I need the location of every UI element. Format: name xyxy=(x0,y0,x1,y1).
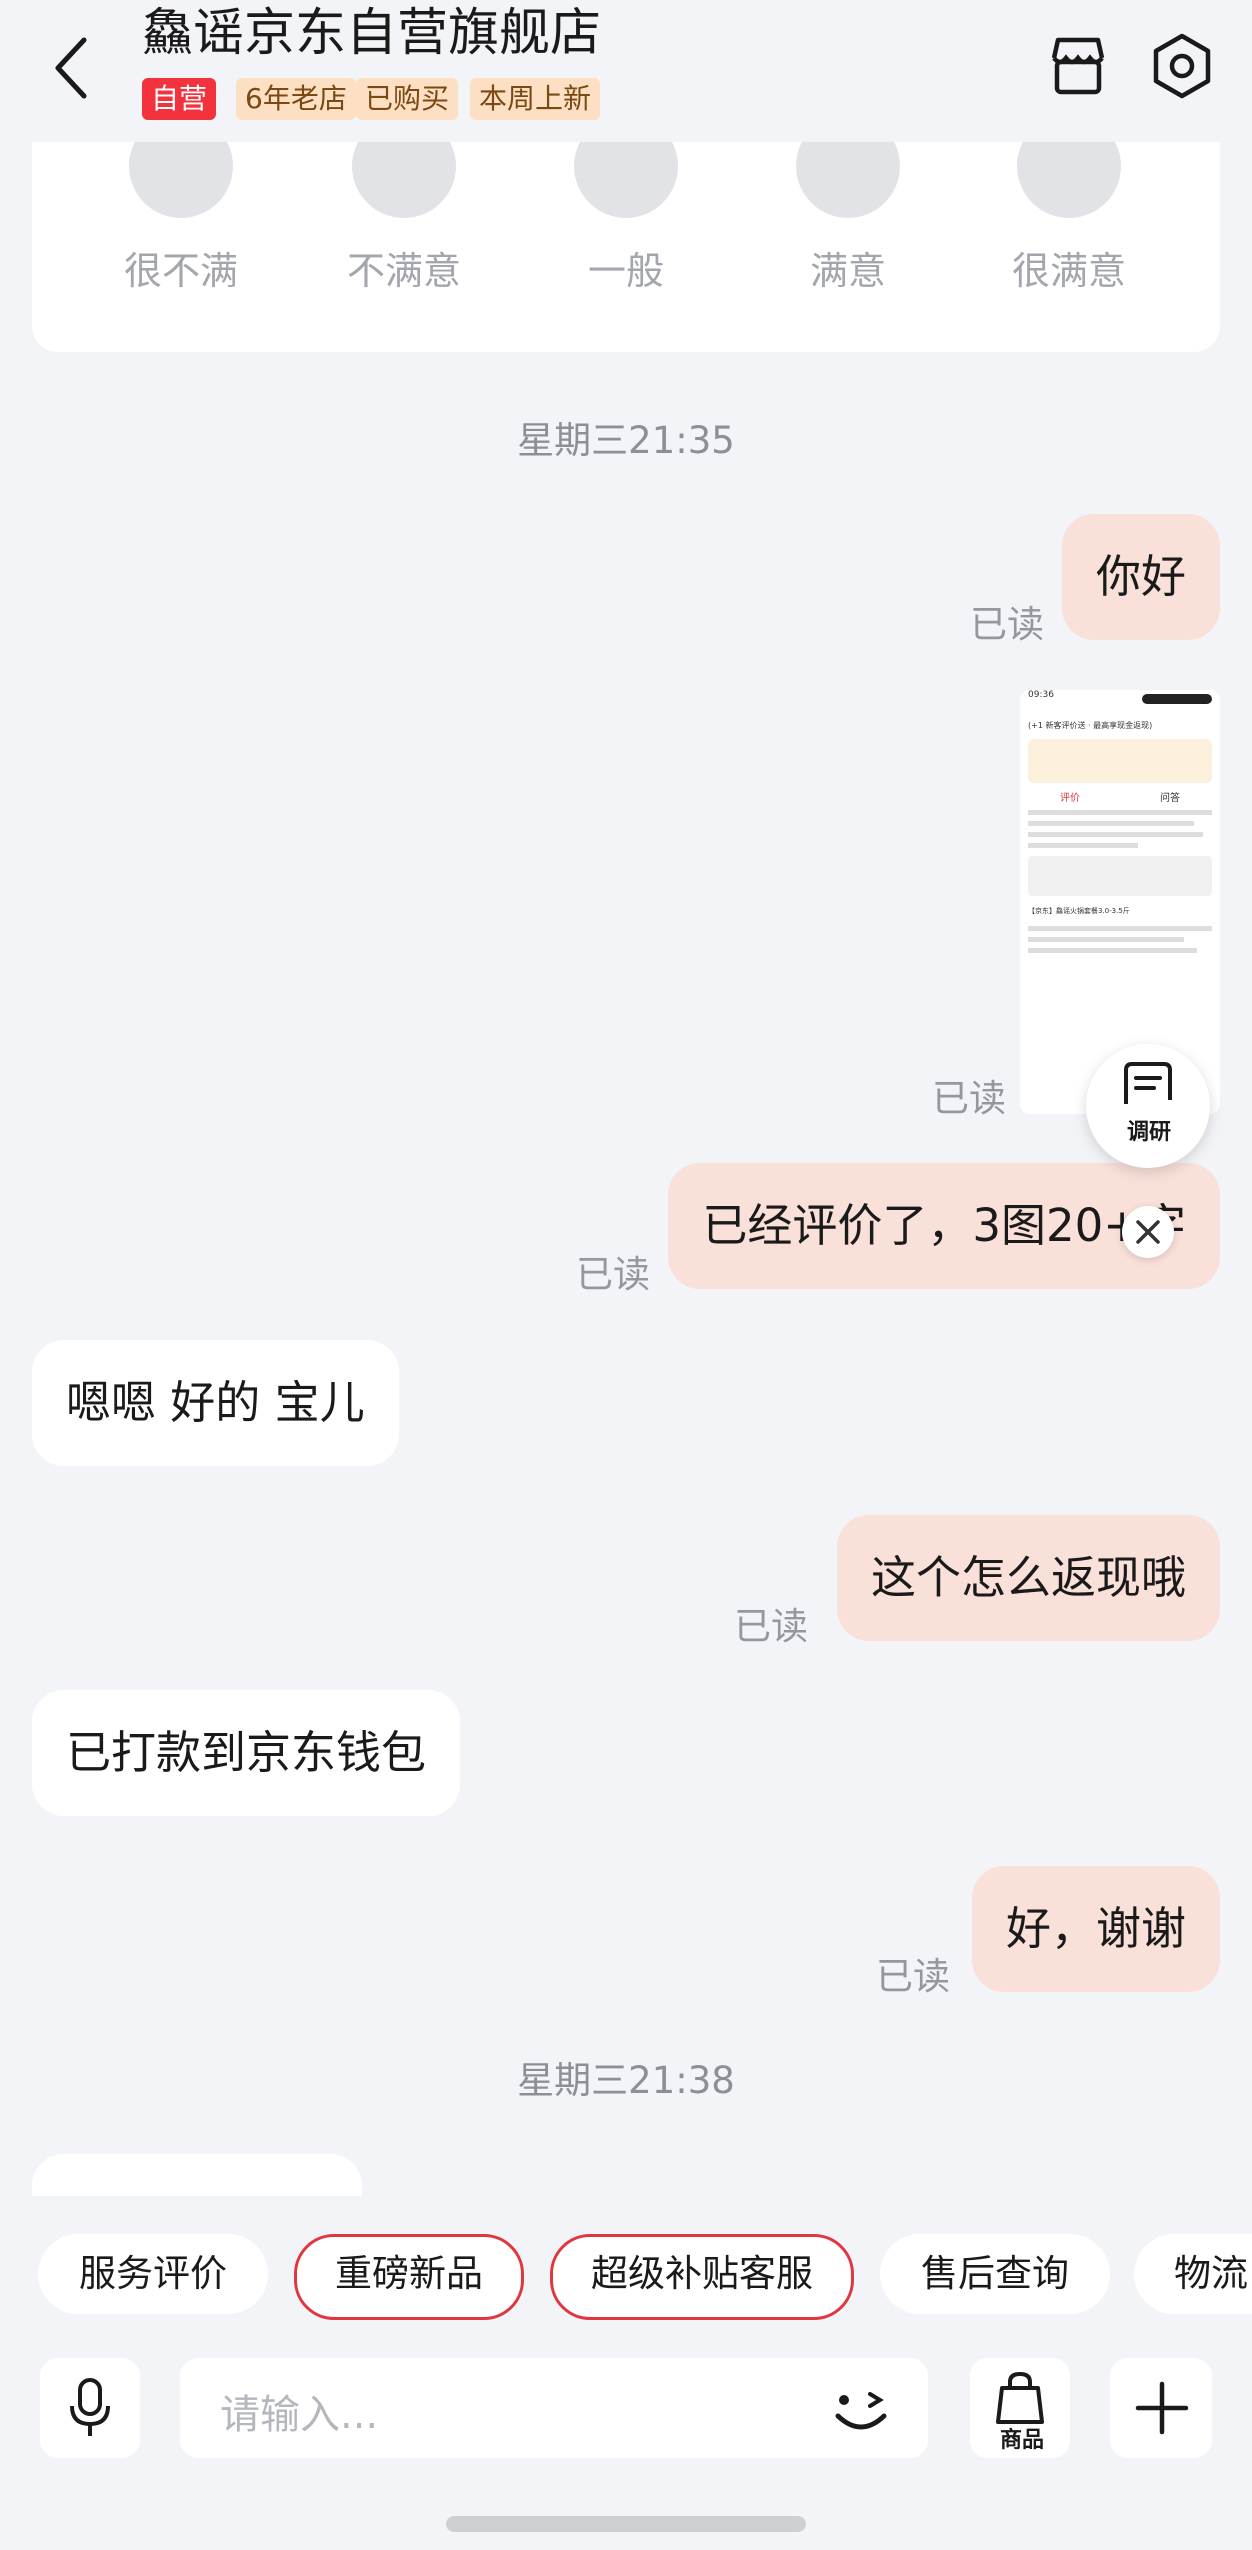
rating-label-satisfied[interactable]: 满意 xyxy=(748,240,948,295)
agent-message-bubble[interactable]: 已打款到京东钱包 xyxy=(32,1690,461,1816)
microphone-icon xyxy=(70,2378,110,2436)
preview-title: (+1 新客评价送 · 最高享现金返现) xyxy=(1028,721,1153,730)
preview-review-lines xyxy=(1028,810,1212,848)
close-icon xyxy=(1136,1220,1160,1244)
store-icon xyxy=(1051,37,1105,95)
read-status: 已读 xyxy=(576,1253,650,1296)
preview-review-lines-2 xyxy=(1028,926,1212,953)
agent-message-bubble[interactable]: 嗯嗯 好的 宝儿 xyxy=(32,1340,399,1466)
chevron-left-icon xyxy=(55,37,87,99)
preview-product-card xyxy=(1028,856,1212,896)
goods-label: 商品 xyxy=(999,2428,1044,2453)
rating-label-very-unsatisfied[interactable]: 很不满 xyxy=(81,240,281,295)
plus-icon xyxy=(1135,2381,1189,2435)
store-button[interactable] xyxy=(1042,30,1114,102)
chat-header: 鱻谣京东自营旗舰店 自营 6年老店 已购买 本周上新 xyxy=(0,0,1252,142)
read-status: 已读 xyxy=(932,1077,1006,1120)
preview-banner xyxy=(1028,739,1212,783)
quick-reply-new-products[interactable]: 重磅新品 xyxy=(294,2234,524,2320)
settings-button[interactable] xyxy=(1146,30,1218,102)
tag-new-this-week: 本周上新 xyxy=(470,78,601,120)
tag-purchased: 已购买 xyxy=(356,78,459,120)
read-status: 已读 xyxy=(876,1955,950,1998)
service-rating-card: 很不满 不满意 一般 满意 很满意 xyxy=(32,114,1220,352)
rating-label-very-satisfied[interactable]: 很满意 xyxy=(969,240,1169,295)
bottom-panel: 服务评价 重磅新品 超级补贴客服 售后查询 物流 请输入... 商品 xyxy=(0,2196,1252,2550)
timestamp: 星期三21:35 xyxy=(517,419,735,462)
emoji-wink-icon[interactable] xyxy=(828,2376,894,2442)
survey-float-button[interactable]: 调研 xyxy=(1086,1044,1210,1168)
read-status: 已读 xyxy=(970,603,1044,646)
rating-label-unsatisfied[interactable]: 不满意 xyxy=(304,240,504,295)
preview-status-bar: 09:36 xyxy=(1020,690,1220,710)
quick-reply-after-sales[interactable]: 售后查询 xyxy=(880,2234,1110,2314)
timestamp: 星期三21:38 xyxy=(517,2059,735,2102)
shopping-bag-icon xyxy=(996,2371,1044,2424)
input-placeholder: 请输入... xyxy=(220,2392,379,2438)
quick-reply-logistics[interactable]: 物流 xyxy=(1134,2234,1252,2314)
message-input[interactable]: 请输入... xyxy=(180,2358,928,2458)
survey-icon xyxy=(1124,1062,1172,1104)
close-float-button[interactable] xyxy=(1122,1206,1174,1258)
my-message-bubble[interactable]: 这个怎么返现哦 xyxy=(836,1515,1220,1641)
survey-label: 调研 xyxy=(1126,1120,1171,1145)
rating-label-neutral[interactable]: 一般 xyxy=(526,240,726,295)
home-indicator[interactable] xyxy=(446,2516,806,2532)
back-button[interactable] xyxy=(46,28,106,108)
quick-reply-subsidy-service[interactable]: 超级补贴客服 xyxy=(550,2234,854,2320)
preview-time: 09:36 xyxy=(1028,690,1054,700)
shop-name[interactable]: 鱻谣京东自营旗舰店 xyxy=(142,2,601,66)
read-status: 已读 xyxy=(734,1605,808,1648)
quick-reply-service-rating[interactable]: 服务评价 xyxy=(38,2234,268,2314)
tag-self-operated: 自营 xyxy=(142,78,217,120)
voice-button[interactable] xyxy=(40,2358,140,2458)
more-button[interactable] xyxy=(1110,2358,1212,2458)
tag-store-age: 6年老店 xyxy=(236,78,356,120)
preview-tabs: 评价 问答 xyxy=(1060,793,1180,804)
my-message-bubble[interactable]: 好，谢谢 xyxy=(971,1866,1220,1992)
goods-button[interactable]: 商品 xyxy=(970,2358,1070,2458)
my-message-bubble[interactable]: 你好 xyxy=(1061,514,1220,640)
preview-product-title: 【京东】鱻谣火锅套餐3.0-3.5斤 xyxy=(1028,907,1130,915)
settings-hexagon-icon xyxy=(1153,33,1211,99)
